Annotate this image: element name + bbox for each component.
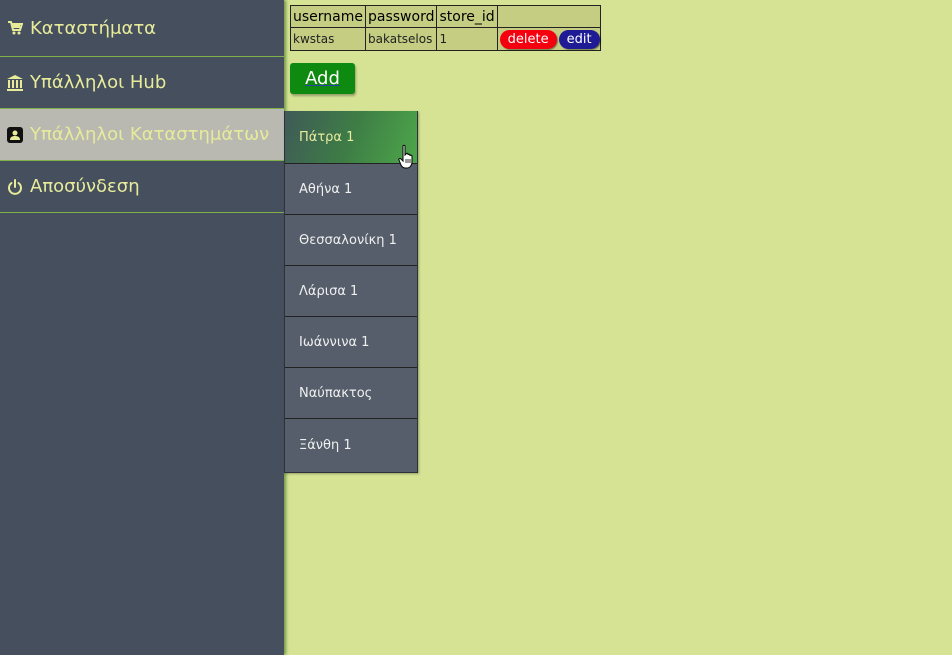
submenu-item-larisa-1[interactable]: Λάρισα 1	[285, 266, 417, 317]
edit-button[interactable]: edit	[558, 29, 600, 49]
column-header-store-id: store_id	[436, 5, 498, 28]
sidebar-item-hub-employees[interactable]: Υπάλληλοι Hub	[0, 57, 284, 109]
add-button-label: Add	[305, 68, 340, 89]
sidebar-item-label: Καταστήματα	[30, 17, 157, 39]
sidebar-item-stores[interactable]: Καταστήματα	[0, 0, 284, 57]
submenu-item-ioannina-1[interactable]: Ιωάννινα 1	[285, 317, 417, 368]
hand-cursor-icon	[398, 144, 416, 170]
table-header-row: username password store_id	[290, 5, 601, 28]
sidebar-item-label: Αποσύνδεση	[30, 176, 140, 197]
delete-button[interactable]: delete	[499, 29, 557, 49]
cell-username: kwstas	[290, 27, 366, 51]
cart-icon	[6, 19, 24, 37]
submenu-item-nafpaktos[interactable]: Ναύπακτος	[285, 368, 417, 419]
sidebar-item-label: Υπάλληλοι Hub	[30, 72, 167, 93]
power-icon	[6, 178, 24, 196]
employee-badge-icon	[6, 126, 24, 144]
submenu-item-athina-1[interactable]: Αθήνα 1	[285, 164, 417, 215]
add-button[interactable]: Add	[290, 63, 355, 94]
bank-icon	[6, 74, 24, 92]
column-header-actions	[496, 5, 601, 28]
sidebar-item-store-employees[interactable]: Υπάλληλοι Καταστημάτων	[0, 109, 284, 161]
sidebar: Καταστήματα Υπάλληλοι Hub Υπάλληλοι Κατα…	[0, 0, 284, 655]
cell-actions: delete edit	[496, 27, 601, 51]
table-row: kwstas bakatselos 1 delete edit	[290, 27, 601, 51]
cell-store-id: 1	[436, 27, 498, 51]
submenu-item-thessaloniki-1[interactable]: Θεσσαλονίκη 1	[285, 215, 417, 266]
cell-password: bakatselos	[364, 27, 438, 51]
column-header-username: username	[290, 5, 366, 28]
submenu-item-xanthi-1[interactable]: Ξάνθη 1	[285, 419, 417, 472]
sidebar-item-label: Υπάλληλοι Καταστημάτων	[30, 124, 270, 145]
users-table: username password store_id kwstas bakats…	[290, 5, 601, 51]
column-header-password: password	[364, 5, 438, 28]
sidebar-item-logout[interactable]: Αποσύνδεση	[0, 161, 284, 213]
